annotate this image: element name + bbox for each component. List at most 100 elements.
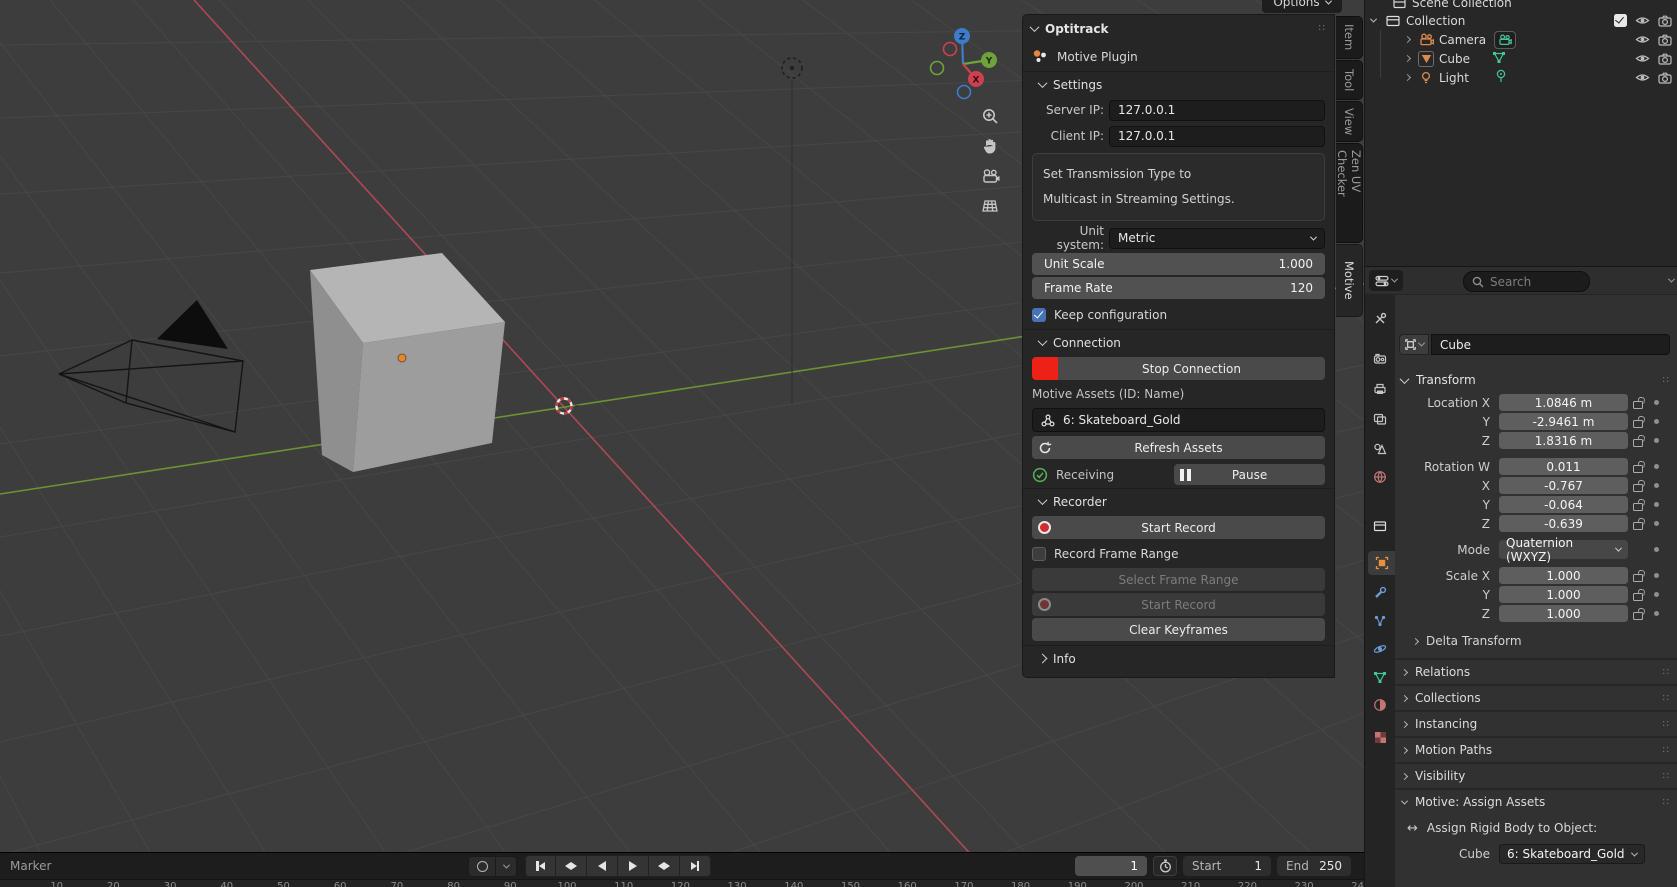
client-ip-field[interactable]: 127.0.0.1 — [1109, 126, 1325, 147]
animate-dot-icon[interactable] — [1654, 483, 1659, 488]
tab-particles-icon[interactable] — [1368, 609, 1392, 633]
chevron-right-icon[interactable] — [1404, 55, 1411, 62]
previous-keyframe-button[interactable] — [556, 855, 587, 877]
gizmo-neg-x[interactable] — [944, 43, 957, 56]
search-input[interactable] — [1490, 275, 1570, 289]
rotation-z-field[interactable]: -0.639 — [1499, 515, 1628, 532]
hide-eye-icon[interactable] — [1635, 53, 1650, 64]
navigation-gizmo[interactable]: Z Y X — [920, 18, 1012, 113]
tab-collection-icon[interactable] — [1368, 513, 1392, 537]
panel-drag-dots-icon[interactable]: ∷ — [1663, 745, 1670, 756]
optitrack-panel-header[interactable]: Optitrack ∷ — [1023, 15, 1334, 42]
animate-dot-icon[interactable] — [1654, 502, 1659, 507]
panel-drag-dots-icon[interactable]: ∷ — [1663, 771, 1670, 782]
start-record-button[interactable]: Start Record — [1032, 516, 1325, 539]
animate-dot-icon[interactable] — [1654, 547, 1659, 552]
frame-start-field[interactable]: Start 1 — [1183, 856, 1271, 876]
animate-dot-icon[interactable] — [1654, 464, 1659, 469]
options-button[interactable]: Options — [1262, 0, 1342, 13]
lock-icon[interactable] — [1633, 401, 1643, 409]
jump-to-end-button[interactable] — [680, 855, 711, 877]
panel-instancing[interactable]: Instancing∷ — [1395, 710, 1677, 736]
tab-modifiers-icon[interactable] — [1368, 581, 1392, 605]
animate-dot-icon[interactable] — [1654, 400, 1659, 405]
next-keyframe-button[interactable] — [649, 855, 680, 877]
location-z-field[interactable]: 1.8316 m — [1499, 432, 1628, 449]
play-button[interactable] — [618, 855, 649, 877]
collection-checkbox[interactable] — [1614, 14, 1627, 27]
start-record-disabled-button[interactable]: Start Record — [1032, 593, 1325, 616]
lock-icon[interactable] — [1633, 503, 1643, 511]
scale-y-field[interactable]: 1.000 — [1499, 586, 1628, 603]
scale-x-field[interactable]: 1.000 — [1499, 567, 1628, 584]
frame-end-field[interactable]: End 250 — [1277, 856, 1351, 876]
record-frame-range-checkbox[interactable] — [1032, 547, 1046, 561]
tab-view-layer-icon[interactable] — [1368, 407, 1392, 431]
light-data-icon[interactable] — [1495, 69, 1507, 86]
use-preview-range-button[interactable] — [1153, 856, 1177, 876]
tab-object-icon[interactable] — [1368, 551, 1395, 575]
mesh-data-icon[interactable] — [1492, 51, 1506, 67]
editor-type-button[interactable] — [1369, 270, 1403, 291]
chevron-right-icon[interactable] — [1404, 74, 1411, 81]
asset-selector[interactable]: 6: Skateboard_Gold — [1032, 408, 1325, 432]
camera-view-icon[interactable] — [980, 166, 1000, 186]
location-y-field[interactable]: -2.9461 m — [1499, 413, 1628, 430]
keying-set-dropdown[interactable] — [496, 856, 517, 877]
hide-eye-icon[interactable] — [1635, 34, 1650, 45]
select-frame-range-button[interactable]: Select Frame Range — [1032, 568, 1325, 591]
server-ip-field[interactable]: 127.0.0.1 — [1109, 100, 1325, 121]
panel-visibility[interactable]: Visibility∷ — [1395, 762, 1677, 788]
tab-texture-icon[interactable] — [1368, 725, 1392, 749]
tab-material-icon[interactable] — [1368, 693, 1392, 717]
animate-dot-icon[interactable] — [1654, 419, 1659, 424]
lock-icon[interactable] — [1633, 484, 1643, 492]
zoom-icon[interactable] — [980, 106, 1000, 126]
stop-connection-button[interactable]: Stop Connection — [1058, 357, 1325, 380]
lock-icon[interactable] — [1633, 439, 1643, 447]
lock-icon[interactable] — [1633, 465, 1643, 473]
lock-icon[interactable] — [1633, 522, 1643, 530]
rotation-y-field[interactable]: -0.064 — [1499, 496, 1628, 513]
info-section-header[interactable]: Info — [1023, 645, 1334, 671]
auto-keying-button[interactable] — [468, 856, 517, 877]
tab-physics-icon[interactable] — [1368, 637, 1392, 661]
hide-eye-icon[interactable] — [1635, 15, 1650, 26]
object-name-field[interactable]: Cube — [1431, 334, 1670, 355]
transform-panel-header[interactable]: Transform ∷ — [1395, 368, 1677, 392]
lock-icon[interactable] — [1633, 593, 1643, 601]
tab-view[interactable]: View — [1336, 101, 1363, 142]
outliner-row-light[interactable]: Light — [1365, 68, 1677, 87]
scale-z-field[interactable]: 1.000 — [1499, 605, 1628, 622]
disable-render-camera-icon[interactable] — [1658, 34, 1672, 46]
lock-icon[interactable] — [1633, 574, 1643, 582]
panel-drag-dots-icon[interactable]: ∷ — [1663, 667, 1670, 678]
gizmo-neg-y[interactable] — [931, 62, 944, 75]
rotation-x-field[interactable]: -0.767 — [1499, 477, 1628, 494]
rotation-mode-dropdown[interactable]: Quaternion (WXYZ) — [1499, 540, 1628, 559]
tab-world-icon[interactable] — [1368, 465, 1392, 489]
panel-drag-dots-icon[interactable]: ∷ — [1663, 719, 1670, 730]
keep-config-checkbox[interactable] — [1032, 308, 1046, 322]
animate-dot-icon[interactable] — [1654, 438, 1659, 443]
assign-asset-dropdown[interactable]: 6: Skateboard_Gold — [1499, 844, 1645, 864]
unit-scale-slider[interactable]: Unit Scale 1.000 — [1032, 253, 1325, 275]
outliner-row-collection[interactable]: Collection — [1365, 11, 1677, 30]
filter-chevron-icon[interactable] — [1668, 276, 1675, 283]
pan-hand-icon[interactable] — [980, 136, 1000, 156]
tab-tool[interactable]: Tool — [1336, 60, 1363, 100]
chevron-down-icon[interactable] — [1370, 16, 1377, 23]
gizmo-neg-z[interactable] — [958, 86, 971, 99]
tab-motive[interactable]: Motive — [1336, 244, 1363, 317]
disable-render-camera-icon[interactable] — [1658, 15, 1672, 27]
animate-dot-icon[interactable] — [1654, 573, 1659, 578]
animate-dot-icon[interactable] — [1654, 521, 1659, 526]
panel-motion-paths[interactable]: Motion Paths∷ — [1395, 736, 1677, 762]
panel-motive-assign-assets[interactable]: Motive: Assign Assets ∷ — [1395, 788, 1677, 814]
recorder-section-header[interactable]: Recorder — [1023, 488, 1334, 514]
disable-render-camera-icon[interactable] — [1658, 72, 1672, 84]
tab-object-data-icon[interactable] — [1368, 665, 1392, 689]
hide-eye-icon[interactable] — [1635, 72, 1650, 83]
tab-zen-uv-checker[interactable]: Zen UV Checker — [1336, 143, 1363, 243]
properties-search[interactable] — [1463, 271, 1590, 292]
